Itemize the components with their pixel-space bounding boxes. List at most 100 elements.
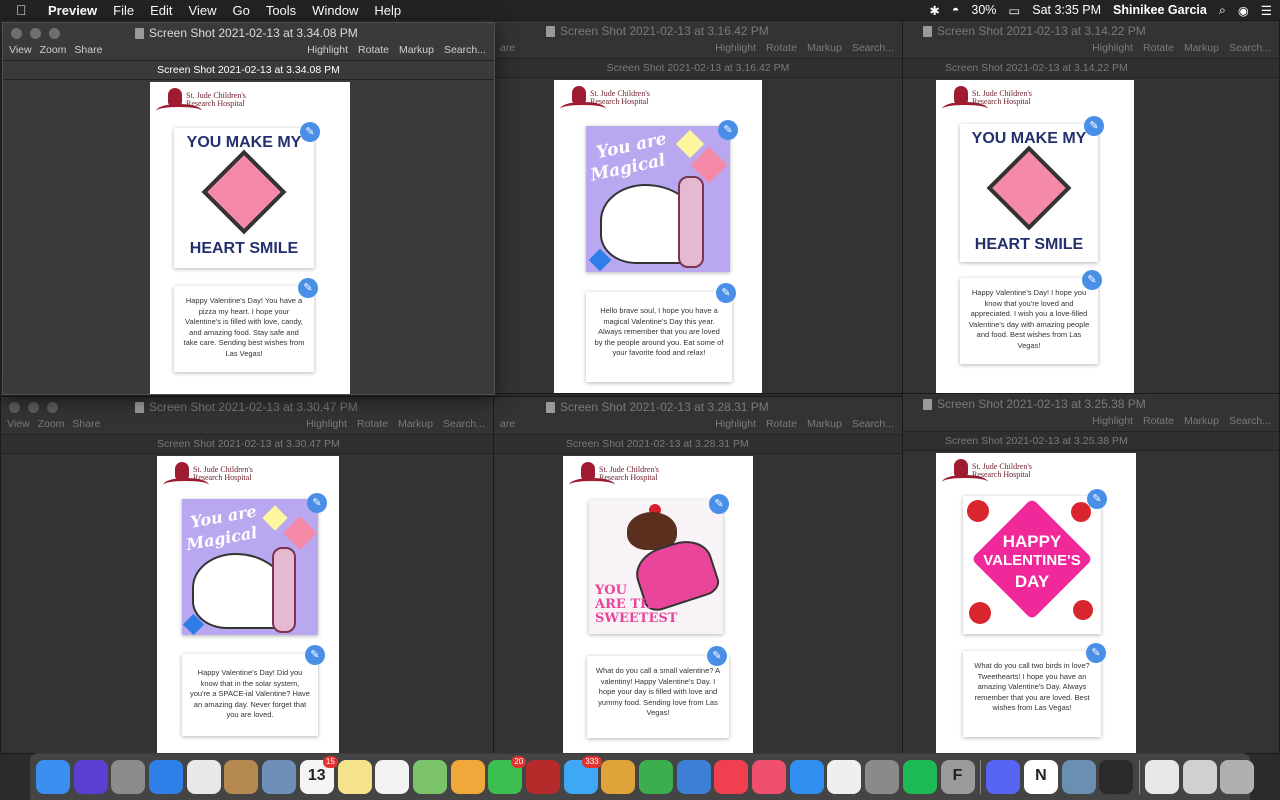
facetime-icon[interactable]: 20 [488, 755, 527, 794]
battery-icon[interactable]: ▭ [1008, 3, 1020, 18]
highlight-button[interactable]: Highlight [306, 418, 347, 430]
font-book-icon[interactable]: F [940, 759, 975, 794]
markup-button[interactable]: Markup [807, 42, 842, 54]
window-titlebar[interactable]: Screen Shot 2021-02-13 at 3.25.38 PM [903, 394, 1279, 414]
siri-icon[interactable] [73, 759, 108, 794]
photo-booth-icon[interactable] [525, 759, 560, 794]
window-titlebar[interactable]: Screen Shot 2021-02-13 at 3.30.47 PM [1, 397, 493, 417]
markup-button[interactable]: Markup [399, 44, 434, 56]
zoom-control[interactable]: Zoom [38, 418, 65, 430]
photo-slideshow-icon[interactable] [601, 759, 636, 794]
search-field[interactable]: Search... [1229, 415, 1271, 427]
search-field[interactable]: Search... [443, 418, 485, 430]
keynote-icon[interactable] [676, 759, 711, 794]
siri-menu-icon[interactable]: ◉ [1238, 3, 1249, 18]
markup-button[interactable]: Markup [398, 418, 433, 430]
bluetooth-icon[interactable]: ✱ [929, 3, 939, 18]
search-field[interactable]: Search... [852, 42, 894, 54]
highlight-button[interactable]: Highlight [715, 42, 756, 54]
menu-view[interactable]: View [189, 3, 217, 18]
notion-icon[interactable]: N [1023, 759, 1058, 794]
search-field[interactable]: Search... [852, 418, 894, 430]
menu-window[interactable]: Window [312, 3, 358, 18]
edit-artwork-button[interactable]: ✎ [300, 122, 320, 142]
share-button[interactable]: Share [74, 44, 102, 56]
edit-artwork-button[interactable]: ✎ [718, 120, 738, 140]
numbers-icon[interactable] [639, 759, 673, 794]
rotate-button[interactable]: Rotate [766, 418, 797, 430]
preview-window-3[interactable]: Screen Shot 2021-02-13 at 3.14.22 PM Hig… [902, 20, 1280, 394]
share-button[interactable]: Share [72, 418, 100, 430]
app-store-icon[interactable] [789, 759, 824, 794]
preview-window-5[interactable]: Screen Shot 2021-02-13 at 3.28.31 PM are… [493, 396, 903, 754]
highlight-button[interactable]: Highlight [715, 418, 756, 430]
menu-tools[interactable]: Tools [266, 3, 296, 18]
preview-doc-icon[interactable] [1061, 759, 1096, 794]
clock[interactable]: Sat 3:35 PM [1032, 3, 1101, 17]
window-titlebar[interactable]: Screen Shot 2021-02-13 at 3.14.22 PM [903, 21, 1279, 41]
edit-artwork-button[interactable]: ✎ [307, 493, 327, 513]
user-name[interactable]: Shinikee Garcia [1113, 3, 1207, 17]
calendar-icon[interactable]: 13 15 [299, 755, 338, 794]
document-icon[interactable] [1144, 759, 1179, 794]
rotate-button[interactable]: Rotate [766, 42, 797, 54]
share-button[interactable]: are [500, 42, 515, 54]
highlight-button[interactable]: Highlight [307, 44, 348, 56]
contacts-icon[interactable] [224, 759, 259, 794]
view-button[interactable]: View [7, 418, 30, 430]
minimize-button[interactable] [28, 402, 39, 413]
zoom-button[interactable] [47, 402, 58, 413]
preview-window-6[interactable]: Screen Shot 2021-02-13 at 3.25.38 PM Hig… [902, 393, 1280, 754]
view-button[interactable]: View [9, 44, 32, 56]
screenshot-thumb-icon[interactable] [1099, 759, 1134, 794]
menu-file[interactable]: File [113, 3, 134, 18]
rotate-button[interactable]: Rotate [1143, 415, 1174, 427]
textedit-icon[interactable] [827, 759, 862, 794]
markup-button[interactable]: Markup [1184, 42, 1219, 54]
edit-artwork-button[interactable]: ✎ [709, 494, 729, 514]
notification-center-icon[interactable]: ☰ [1261, 3, 1272, 18]
menu-go[interactable]: Go [232, 3, 249, 18]
rotate-button[interactable]: Rotate [358, 44, 389, 56]
markup-button[interactable]: Markup [807, 418, 842, 430]
close-button[interactable] [9, 402, 20, 413]
preview-window-active[interactable]: Screen Shot 2021-02-13 at 3.34.08 PM Vie… [2, 22, 495, 395]
photos-icon[interactable] [450, 759, 485, 794]
system-preferences-icon[interactable] [865, 759, 900, 794]
window-titlebar[interactable]: Screen Shot 2021-02-13 at 3.16.42 PM [494, 21, 902, 41]
edit-message-button[interactable]: ✎ [298, 278, 318, 298]
edit-artwork-button[interactable]: ✎ [1087, 489, 1107, 509]
window-titlebar[interactable]: Screen Shot 2021-02-13 at 3.28.31 PM [494, 397, 902, 417]
edit-message-button[interactable]: ✎ [716, 283, 736, 303]
highlight-button[interactable]: Highlight [1092, 415, 1133, 427]
edit-message-button[interactable]: ✎ [707, 646, 727, 666]
preview-window-4[interactable]: Screen Shot 2021-02-13 at 3.30.47 PM Vie… [0, 396, 494, 754]
music-icon[interactable] [752, 759, 787, 794]
chrome-icon[interactable] [186, 759, 221, 794]
preview-window-2[interactable]: Screen Shot 2021-02-13 at 3.16.42 PM are… [493, 20, 903, 394]
reminders-icon[interactable] [375, 759, 410, 794]
minimize-button[interactable] [30, 28, 41, 39]
preview-icon[interactable] [262, 759, 297, 794]
maps-icon[interactable] [412, 759, 447, 794]
edit-message-button[interactable]: ✎ [1082, 270, 1102, 290]
safari-icon[interactable] [149, 759, 184, 794]
finder-icon[interactable] [36, 759, 70, 794]
launchpad-icon[interactable] [111, 759, 146, 794]
rotate-button[interactable]: Rotate [1143, 42, 1174, 54]
notes-icon[interactable] [337, 759, 372, 794]
search-field[interactable]: Search... [444, 44, 486, 56]
apple-icon[interactable]:  [16, 2, 36, 18]
edit-artwork-button[interactable]: ✎ [1084, 116, 1104, 136]
discord-icon[interactable] [986, 759, 1021, 794]
wifi-icon[interactable]: ◓ [952, 3, 960, 17]
trash-icon[interactable] [1220, 759, 1255, 794]
close-button[interactable] [11, 28, 22, 39]
spotify-icon[interactable] [902, 759, 937, 794]
messages-icon[interactable]: 333 [563, 755, 602, 794]
highlight-button[interactable]: Highlight [1092, 42, 1133, 54]
window-titlebar[interactable]: Screen Shot 2021-02-13 at 3.34.08 PM [3, 23, 494, 43]
rotate-button[interactable]: Rotate [357, 418, 388, 430]
zoom-button[interactable] [49, 28, 60, 39]
downloads-stack-icon[interactable] [1182, 759, 1217, 794]
